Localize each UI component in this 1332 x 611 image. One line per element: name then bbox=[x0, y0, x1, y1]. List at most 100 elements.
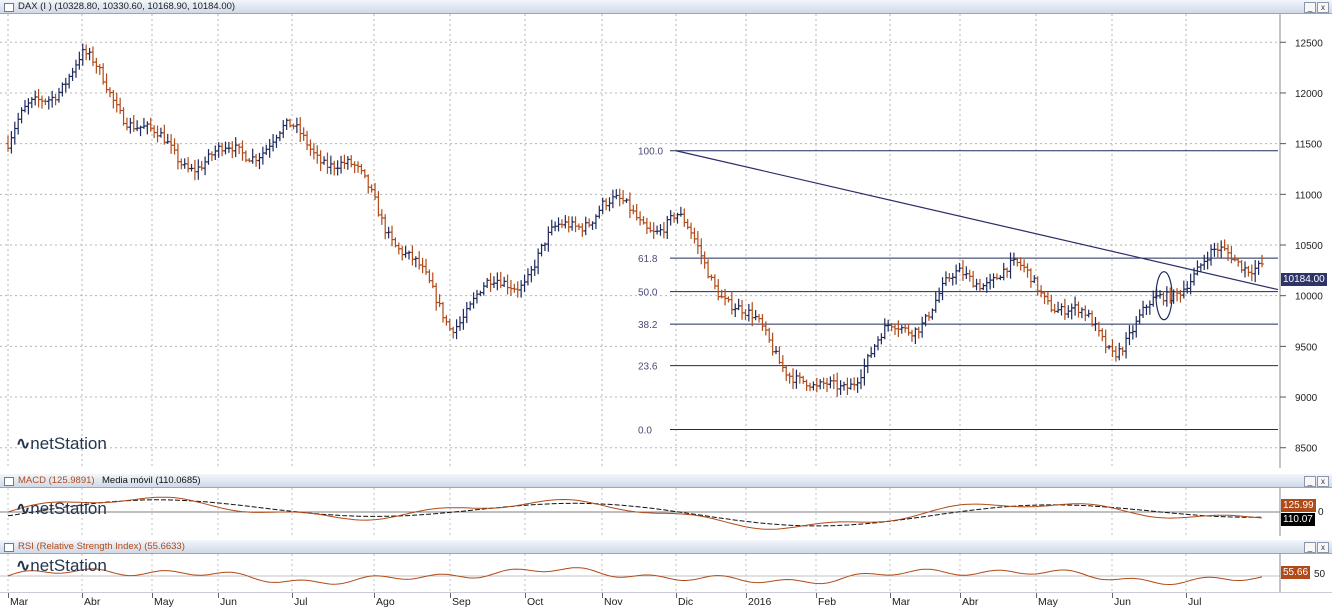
ohlc-bar bbox=[70, 67, 75, 81]
x-axis-label: Dic bbox=[678, 596, 694, 608]
minimize-button[interactable]: _ bbox=[1304, 2, 1316, 13]
x-axis-tick bbox=[525, 593, 526, 598]
ohlc-bar bbox=[1209, 244, 1213, 266]
netstation-logo: ∿netStation bbox=[16, 499, 107, 519]
ohlc-bar bbox=[274, 134, 279, 148]
ohlc-bar bbox=[906, 323, 911, 336]
ohlc-bar bbox=[254, 153, 258, 167]
ohlc-bar bbox=[114, 92, 119, 113]
ohlc-bar bbox=[995, 273, 999, 281]
ohlc-bar bbox=[957, 262, 962, 273]
panel-checkbox[interactable] bbox=[4, 3, 14, 12]
ohlc-bar bbox=[53, 93, 58, 106]
macd-zero-tick: 0 bbox=[1318, 507, 1324, 518]
ohlc-bar bbox=[383, 214, 388, 240]
ohlc-bar bbox=[876, 336, 880, 351]
ohlc-bar bbox=[984, 277, 989, 293]
ohlc-bar bbox=[648, 221, 653, 233]
ohlc-bar bbox=[295, 117, 299, 134]
ohlc-bar bbox=[468, 301, 472, 311]
ohlc-bar bbox=[896, 320, 901, 337]
ohlc-bar bbox=[1018, 257, 1023, 271]
ohlc-bar bbox=[855, 377, 860, 393]
ohlc-bar bbox=[1165, 286, 1169, 307]
ohlc-bar bbox=[16, 112, 20, 135]
ohlc-bar bbox=[835, 372, 840, 398]
ohlc-bar bbox=[199, 160, 204, 171]
ohlc-bar bbox=[801, 375, 806, 384]
ohlc-bar bbox=[339, 155, 343, 174]
ohlc-bar bbox=[726, 296, 731, 303]
ohlc-bar bbox=[859, 369, 863, 390]
ohlc-bar bbox=[594, 214, 598, 230]
ohlc-bar bbox=[264, 144, 269, 155]
ohlc-bar bbox=[159, 127, 163, 138]
ohlc-bar bbox=[947, 273, 952, 282]
close-button[interactable]: x bbox=[1317, 542, 1329, 553]
ohlc-bar bbox=[597, 205, 602, 219]
ohlc-bar bbox=[1042, 291, 1047, 305]
ohlc-bar bbox=[342, 154, 347, 169]
ohlc-bar bbox=[515, 281, 520, 298]
ohlc-bar bbox=[1250, 264, 1254, 282]
logo-text: netStation bbox=[30, 434, 107, 453]
ohlc-bar bbox=[651, 222, 656, 239]
ohlc-bar bbox=[566, 216, 571, 233]
x-axis-tick bbox=[676, 593, 677, 598]
ohlc-bar bbox=[1151, 290, 1156, 307]
ohlc-bar bbox=[845, 377, 850, 396]
macd-chart bbox=[0, 488, 1281, 536]
ohlc-bar bbox=[165, 133, 170, 145]
ohlc-bar bbox=[46, 96, 51, 110]
macd-panel-titlebar: MACD (125.9891) Media móvil (110.0685) _… bbox=[0, 474, 1332, 488]
ohlc-bar bbox=[553, 221, 557, 232]
ohlc-bar bbox=[23, 99, 27, 113]
ohlc-bar bbox=[536, 248, 540, 275]
ohlc-bar bbox=[971, 270, 975, 288]
ohlc-bar bbox=[886, 319, 890, 332]
close-button[interactable]: x bbox=[1317, 476, 1329, 487]
panel-checkbox[interactable] bbox=[4, 477, 14, 486]
ohlc-bar bbox=[899, 325, 904, 334]
ohlc-bar bbox=[206, 149, 211, 165]
ohlc-bar bbox=[430, 272, 435, 289]
ohlc-bar bbox=[1239, 260, 1244, 273]
rsi-title: RSI (Relative Strength Index) (55.6633) bbox=[18, 541, 185, 552]
close-button[interactable]: x bbox=[1317, 2, 1329, 13]
minimize-button[interactable]: _ bbox=[1304, 542, 1316, 553]
ohlc-bar bbox=[842, 381, 846, 391]
ohlc-bar bbox=[213, 145, 218, 160]
x-axis-label: 2016 bbox=[748, 596, 772, 608]
ohlc-bar bbox=[1103, 329, 1108, 354]
y-tick-label: 11000 bbox=[1295, 190, 1323, 201]
ohlc-bar bbox=[526, 268, 530, 286]
fibonacci-retracement: 100.0 61.8 50.0 38.2 23.6 0.0 bbox=[638, 147, 1278, 436]
ohlc-bar bbox=[308, 139, 313, 156]
ohlc-bar bbox=[278, 131, 282, 142]
ohlc-bar bbox=[1110, 339, 1115, 358]
ohlc-bar bbox=[329, 155, 333, 175]
minimize-button[interactable]: _ bbox=[1304, 476, 1316, 487]
ohlc-bar bbox=[485, 277, 489, 289]
ohlc-bar bbox=[488, 272, 493, 292]
ohlc-bar bbox=[461, 308, 466, 330]
ohlc-bar bbox=[930, 308, 935, 320]
ohlc-bar bbox=[1236, 257, 1241, 267]
ohlc-bar bbox=[794, 369, 799, 389]
ohlc-bar bbox=[390, 225, 394, 247]
fib-level-label: 38.2 bbox=[638, 320, 658, 331]
panel-checkbox[interactable] bbox=[4, 543, 14, 552]
ohlc-bar bbox=[961, 259, 965, 281]
ohlc-bar bbox=[563, 215, 568, 229]
ohlc-bar bbox=[91, 46, 95, 67]
ohlc-bar bbox=[444, 315, 449, 326]
ohlc-bar bbox=[233, 137, 238, 158]
ohlc-bar bbox=[125, 117, 129, 131]
ohlc-bar bbox=[679, 206, 683, 217]
ohlc-bar bbox=[767, 327, 772, 343]
x-axis-label: Feb bbox=[818, 596, 837, 608]
ohlc-bar bbox=[580, 223, 585, 237]
ohlc-bar bbox=[577, 223, 581, 230]
ohlc-bar bbox=[760, 314, 765, 331]
ohlc-bar bbox=[464, 302, 469, 324]
